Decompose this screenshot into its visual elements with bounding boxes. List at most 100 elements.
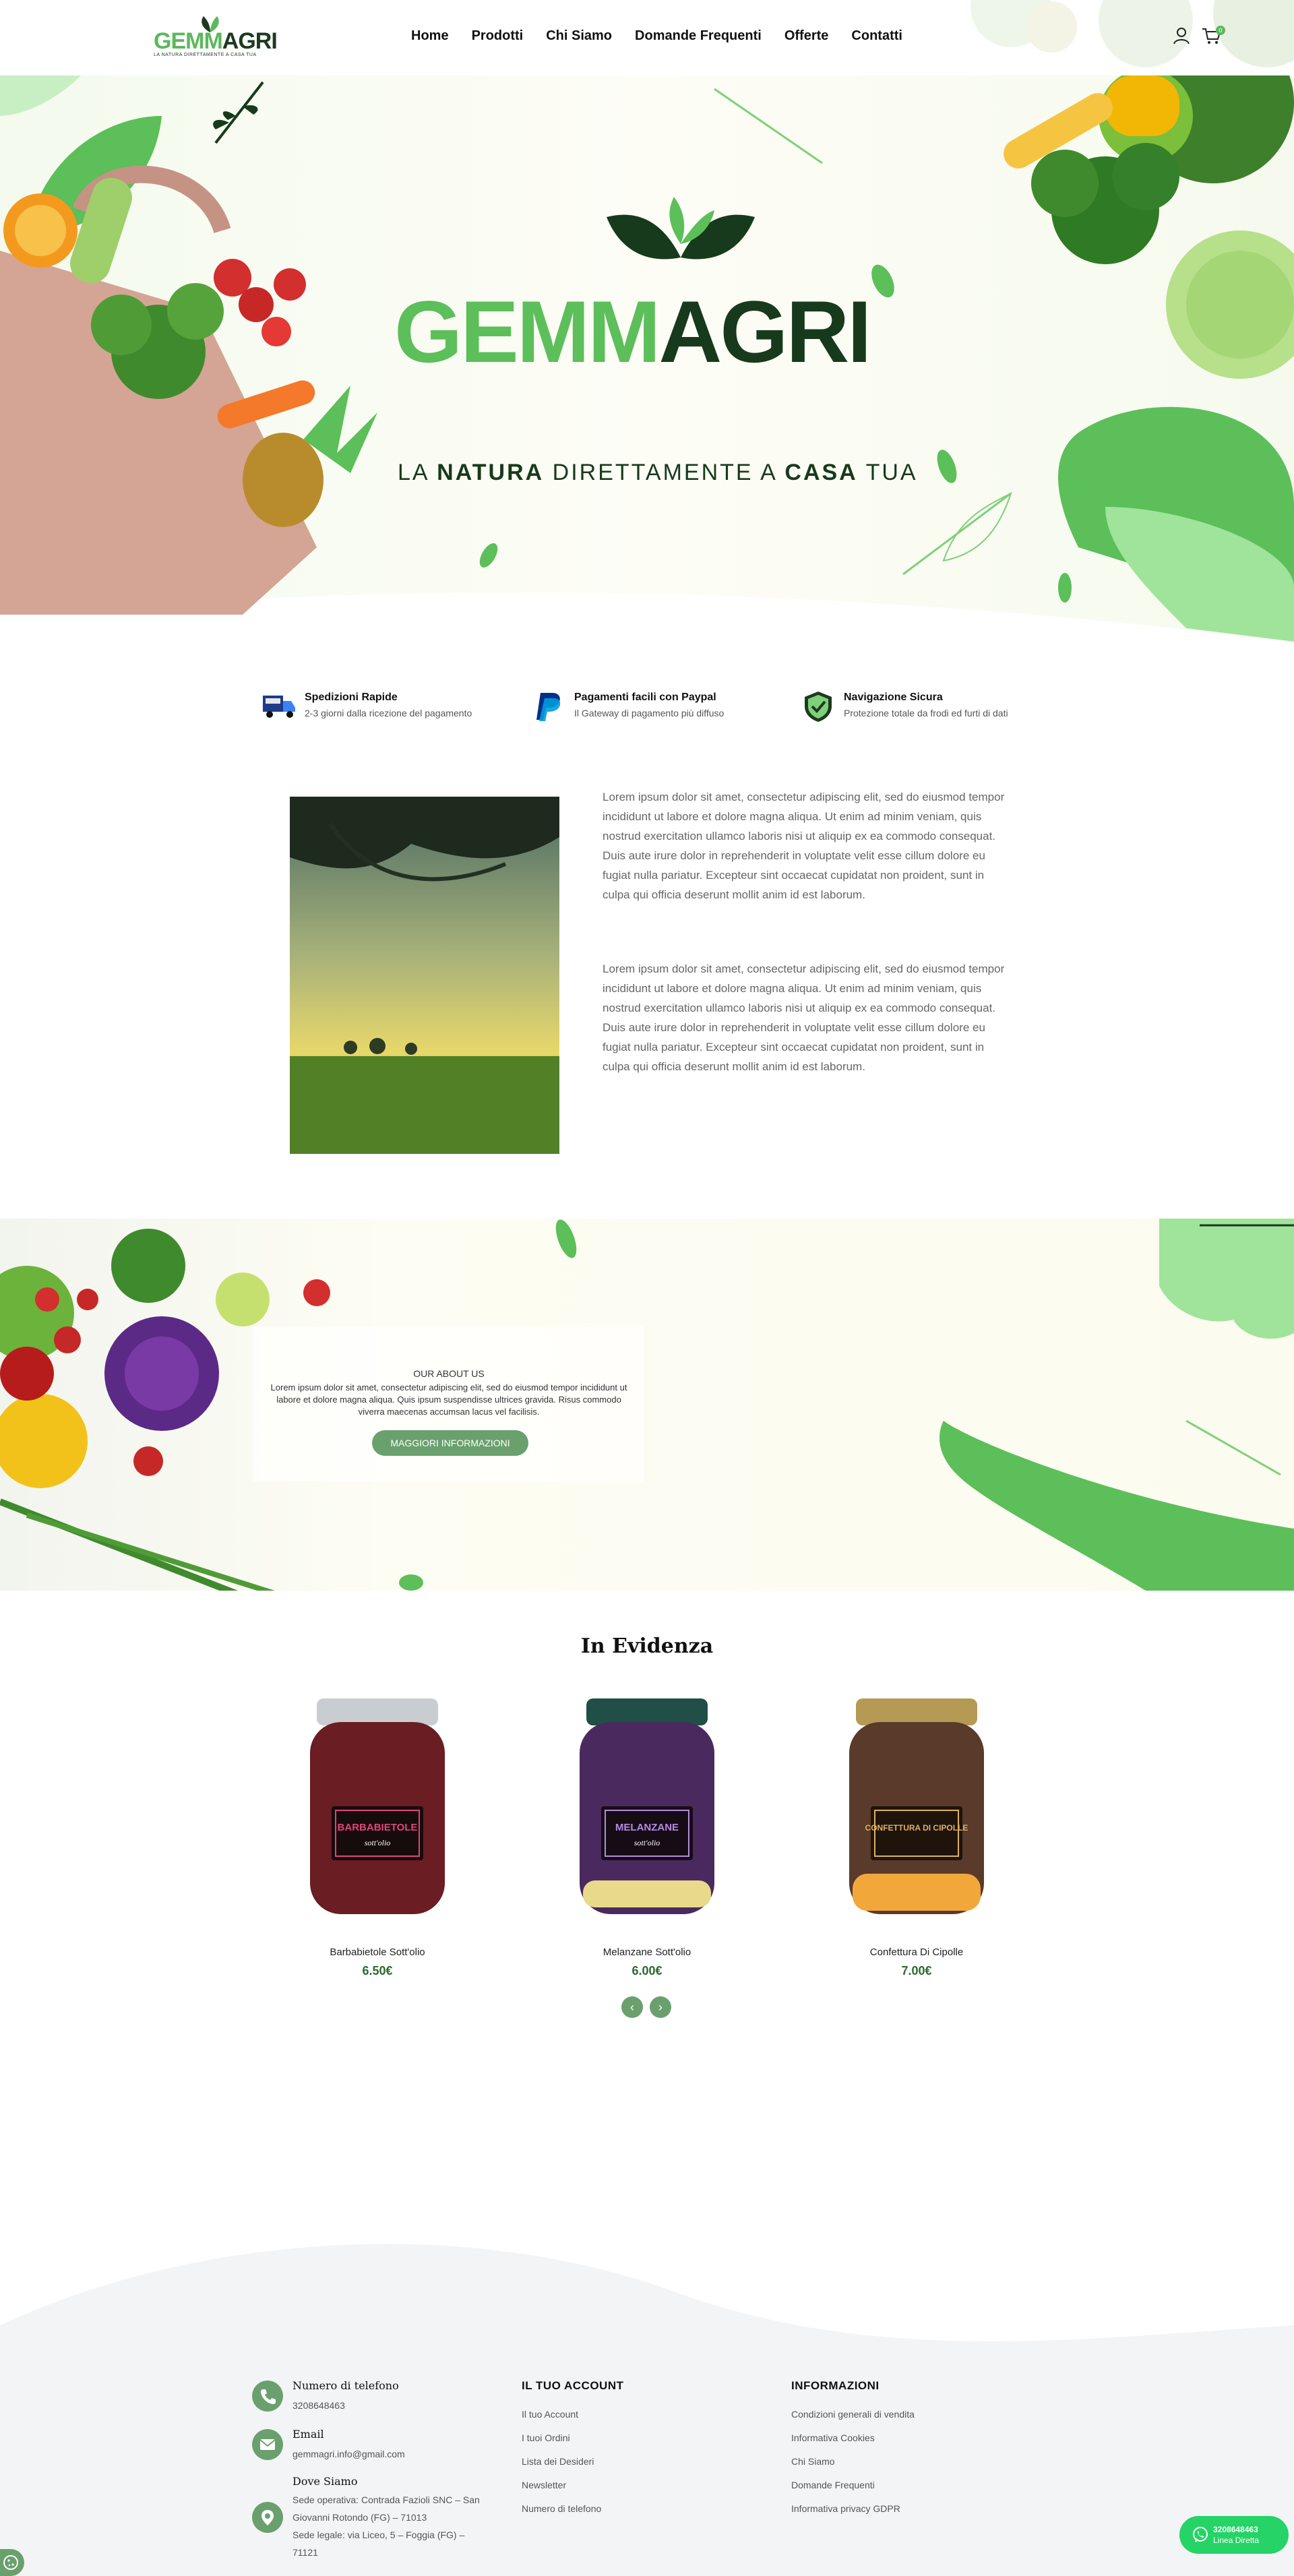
footer-wave-background (0, 2244, 1294, 2576)
contact-label: Numero di telefono (292, 2379, 399, 2392)
feature-paypal: Pagamenti facili con Paypal Il Gateway d… (531, 690, 774, 724)
jar-label-subtext: sott'olio (634, 1838, 660, 1847)
jar-label-text: BARBABIETOLE (338, 1822, 418, 1833)
contact-value[interactable]: gemmagri.info@gmail.com (292, 2445, 488, 2463)
footer-link[interactable]: Informativa Cookies (791, 2432, 875, 2443)
logo-word-green: GEMM (154, 28, 223, 54)
site-footer (0, 2204, 1294, 2576)
banner-kicker: OUR ABOUT US (413, 1368, 485, 1379)
feature-subtitle: Protezione totale da frodi ed furti di d… (844, 708, 1008, 718)
field-photo (290, 797, 559, 1154)
footer-link[interactable]: Lista dei Desideri (522, 2456, 594, 2467)
tagline-part3: TUA (865, 460, 918, 485)
tagline-part2: DIRETTAMENTE A (552, 460, 776, 485)
whatsapp-label: Linea Diretta (1213, 2536, 1260, 2545)
jar-label-text: CONFETTURA DI CIPOLLE (865, 1823, 968, 1833)
feature-title: Navigazione Sicura (844, 692, 943, 703)
about-us-card: OUR ABOUT US Lorem ipsum dolor sit amet,… (253, 1326, 644, 1481)
hero-tagline: LA NATURA DIRETTAMENTE A CASA TUA (398, 460, 918, 486)
feature-title: Pagamenti facili con Paypal (574, 692, 716, 703)
footer-link[interactable]: Domande Frequenti (791, 2480, 875, 2490)
product-price: 6.50€ (362, 1964, 393, 1977)
phone-glyph (261, 2389, 276, 2404)
product-jar-melanzane[interactable]: MELANZANE sott'olio (553, 1692, 741, 1934)
cookie-settings-button[interactable] (0, 2549, 24, 2576)
featured-section-title: In Evidenza (580, 1634, 714, 1658)
banner-text: Lorem ipsum dolor sit amet, consectetur … (270, 1382, 627, 1417)
footer-link[interactable]: Il tuo Account (522, 2409, 578, 2420)
footer-link[interactable]: Numero di telefono (522, 2503, 601, 2514)
product-price: 6.00€ (631, 1964, 663, 1977)
truck-icon (263, 696, 295, 718)
main-nav: Home Prodotti Chi Siamo Domande Frequent… (411, 28, 902, 44)
header-logo[interactable]: GEMMAGRI LA NATURA DIRETTAMENTE A CASA T… (154, 15, 278, 59)
jar-label (601, 1806, 693, 1860)
jar-label-text: MELANZANE (615, 1822, 679, 1833)
contact-label: Dove Siamo (292, 2475, 358, 2488)
footer-link[interactable]: I tuoi Ordini (522, 2432, 570, 2443)
paypal-icon (536, 693, 561, 721)
product-price: 7.00€ (901, 1964, 932, 1977)
tagline-part1: LA (398, 460, 429, 485)
location-icon (252, 2502, 283, 2533)
email-icon (252, 2429, 283, 2460)
product-card[interactable]: MELANZANE sott'olio Melanzane Sott'olio … (553, 1692, 741, 1988)
shield-icon (805, 692, 832, 722)
whatsapp-number: 3208648463 (1213, 2525, 1258, 2534)
product-name[interactable]: Melanzane Sott'olio (553, 1946, 741, 1958)
email-glyph (259, 2439, 276, 2450)
logo-word-dark: AGRI (222, 28, 278, 54)
jar-contents (583, 1880, 711, 1907)
jar-label (332, 1806, 423, 1860)
page-root: GEMMAGRI LA NATURA DIRETTAMENTE A CASA T… (0, 0, 1294, 2576)
contact-value[interactable]: 3208648463 (292, 2397, 488, 2414)
about-paragraph-2: Lorem ipsum dolor sit amet, consectetur … (603, 962, 1005, 1073)
nav-offerte[interactable]: Offerte (784, 28, 829, 44)
feature-shipping: Spedizioni Rapide 2-3 giorni dalla ricez… (261, 690, 504, 724)
nav-chi-siamo[interactable]: Chi Siamo (546, 28, 612, 44)
nav-domande-frequenti[interactable]: Domande Frequenti (635, 28, 762, 44)
tagline-bold1: NATURA (437, 460, 545, 485)
feature-subtitle: Il Gateway di pagamento più diffuso (574, 708, 725, 718)
logo-tagline: LA NATURA DIRETTAMENTE A CASA TUA (154, 53, 257, 57)
feature-secure: Navigazione Sicura Protezione totale da … (801, 690, 1043, 724)
product-name[interactable]: Confettura Di Cipolle (822, 1946, 1011, 1958)
tagline-bold2: CASA (784, 460, 858, 485)
feature-title: Spedizioni Rapide (305, 692, 398, 703)
product-card[interactable]: CONFETTURA DI CIPOLLE Confettura Di Cipo… (822, 1692, 1011, 1988)
footer-account-title: IL TUO ACCOUNT (522, 2379, 624, 2392)
feature-subtitle: 2-3 giorni dalla ricezione del pagamento (305, 708, 472, 718)
more-info-button[interactable]: MAGGIORI INFORMAZIONI (372, 1430, 528, 1456)
jar-label-subtext: sott'olio (365, 1838, 391, 1847)
nav-prodotti[interactable]: Prodotti (472, 28, 524, 44)
logo-wordmark: GEMMAGRI (154, 28, 278, 55)
about-field-image (290, 797, 559, 1154)
footer-link[interactable]: Informativa privacy GDPR (791, 2503, 900, 2514)
hero-logo-green: GEMM (394, 282, 660, 381)
jar-lid (856, 1698, 977, 1725)
phone-icon (252, 2381, 283, 2412)
about-paragraph-1: Lorem ipsum dolor sit amet, consectetur … (603, 791, 1005, 901)
footer-link[interactable]: Newsletter (522, 2480, 566, 2490)
about-us-banner: OUR ABOUT US Lorem ipsum dolor sit amet,… (0, 1219, 1294, 1591)
product-name[interactable]: Barbabietole Sott'olio (283, 1946, 472, 1958)
nav-home[interactable]: Home (411, 28, 449, 44)
cookie-icon (3, 2555, 18, 2570)
product-jar-confettura[interactable]: CONFETTURA DI CIPOLLE (822, 1692, 1011, 1934)
footer-link[interactable]: Condizioni generali di vendita (791, 2409, 915, 2420)
hero-banner: GEMMAGRI LA NATURA DIRETTAMENTE A CASA T… (0, 75, 1294, 642)
product-jar-barbabietole[interactable]: BARBABIETOLE sott'olio (283, 1692, 472, 1934)
carousel-next-button[interactable]: › (650, 1996, 671, 2018)
jar-contents (853, 1874, 981, 1911)
product-card[interactable]: BARBABIETOLE sott'olio Barbabietole Sott… (283, 1692, 472, 1988)
location-glyph (261, 2510, 274, 2525)
footer-link[interactable]: Chi Siamo (791, 2456, 835, 2467)
user-account-icon[interactable] (1171, 26, 1192, 46)
contact-value: Sede legale: via Liceo, 5 – Foggia (FG) … (292, 2529, 465, 2558)
jar-label (871, 1806, 962, 1860)
whatsapp-contact-button[interactable]: 3208648463 Linea Diretta (1179, 2516, 1289, 2554)
nav-contatti[interactable]: Contatti (851, 28, 902, 44)
banner-vegetables-decoration (0, 1219, 1294, 1591)
carousel-prev-button[interactable]: ‹ (621, 1996, 643, 2018)
hero-logo-dark: AGRI (658, 282, 871, 381)
